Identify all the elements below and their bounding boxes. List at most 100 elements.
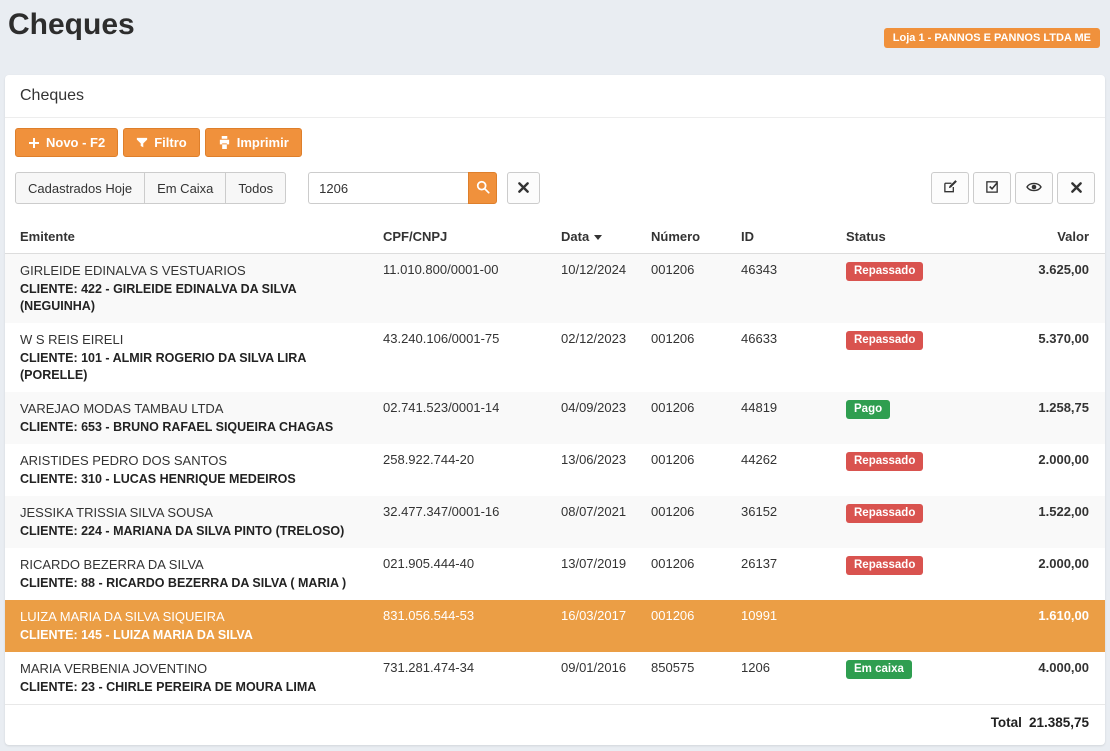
x-icon bbox=[518, 181, 529, 196]
search-icon bbox=[476, 180, 490, 197]
filter-button-label: Filtro bbox=[154, 135, 187, 150]
numero-cell: 001206 bbox=[643, 392, 733, 444]
table-row[interactable]: JESSIKA TRISSIA SILVA SOUSA CLIENTE: 224… bbox=[5, 496, 1105, 548]
id-cell: 46633 bbox=[733, 323, 838, 392]
header-cpf-cnpj[interactable]: CPF/CNPJ bbox=[375, 220, 553, 254]
filter-registered-today-button[interactable]: Cadastrados Hoje bbox=[15, 172, 145, 204]
id-cell: 46343 bbox=[733, 254, 838, 324]
id-cell: 1206 bbox=[733, 652, 838, 705]
table-row[interactable]: GIRLEIDE EDINALVA S VESTUARIOS CLIENTE: … bbox=[5, 254, 1105, 324]
store-badge[interactable]: Loja 1 - PANNOS E PANNOS LTDA ME bbox=[884, 28, 1100, 48]
emitente-name: GIRLEIDE EDINALVA S VESTUARIOS bbox=[20, 262, 367, 279]
search-group bbox=[308, 172, 497, 204]
cpf-cnpj-cell: 831.056.544-53 bbox=[375, 600, 553, 652]
filter-in-cash-button[interactable]: Em Caixa bbox=[144, 172, 226, 204]
cpf-cnpj-cell: 32.477.347/0001-16 bbox=[375, 496, 553, 548]
cheques-panel: Cheques Novo - F2 Filtro Imprimir bbox=[5, 75, 1105, 745]
header-numero[interactable]: Número bbox=[643, 220, 733, 254]
panel-title: Cheques bbox=[5, 75, 1105, 118]
eye-icon bbox=[1026, 180, 1042, 197]
status-badge: Repassado bbox=[846, 556, 923, 575]
x-icon bbox=[1071, 181, 1082, 196]
select-check-button[interactable] bbox=[973, 172, 1011, 204]
table-row[interactable]: VAREJAO MODAS TAMBAU LTDA CLIENTE: 653 -… bbox=[5, 392, 1105, 444]
emitente-name: LUIZA MARIA DA SILVA SIQUEIRA bbox=[20, 608, 367, 625]
page-title: Cheques bbox=[8, 8, 135, 42]
cliente-line: CLIENTE: 88 - RICARDO BEZERRA DA SILVA (… bbox=[20, 575, 367, 592]
cpf-cnpj-cell: 258.922.744-20 bbox=[375, 444, 553, 496]
funnel-icon bbox=[136, 137, 148, 149]
table-row[interactable]: LUIZA MARIA DA SILVA SIQUEIRA CLIENTE: 1… bbox=[5, 600, 1105, 652]
edit-button[interactable] bbox=[931, 172, 969, 204]
header-data[interactable]: Data bbox=[553, 220, 643, 254]
emitente-name: JESSIKA TRISSIA SILVA SOUSA bbox=[20, 504, 367, 521]
header-valor[interactable]: Valor bbox=[978, 220, 1105, 254]
status-badge: Repassado bbox=[846, 504, 923, 523]
cpf-cnpj-cell: 731.281.474-34 bbox=[375, 652, 553, 705]
valor-cell: 1.522,00 bbox=[978, 496, 1105, 548]
valor-cell: 2.000,00 bbox=[978, 548, 1105, 600]
status-badge: Em caixa bbox=[846, 660, 912, 679]
header-emitente[interactable]: Emitente bbox=[5, 220, 375, 254]
cheques-table: Emitente CPF/CNPJ Data Número ID Status … bbox=[5, 220, 1105, 740]
numero-cell: 001206 bbox=[643, 600, 733, 652]
search-input[interactable] bbox=[308, 172, 468, 204]
status-badge: Repassado bbox=[846, 452, 923, 471]
numero-cell: 001206 bbox=[643, 548, 733, 600]
quick-filter-group: Cadastrados Hoje Em Caixa Todos bbox=[15, 172, 286, 204]
status-badge: Pago bbox=[846, 400, 890, 419]
printer-icon bbox=[218, 136, 231, 149]
numero-cell: 850575 bbox=[643, 652, 733, 705]
clear-search-button[interactable] bbox=[507, 172, 540, 204]
valor-cell: 1.258,75 bbox=[978, 392, 1105, 444]
print-button[interactable]: Imprimir bbox=[205, 128, 302, 157]
filter-button[interactable]: Filtro bbox=[123, 128, 200, 157]
toolbar: Novo - F2 Filtro Imprimir bbox=[15, 128, 1095, 157]
table-row[interactable]: ARISTIDES PEDRO DOS SANTOS CLIENTE: 310 … bbox=[5, 444, 1105, 496]
id-cell: 36152 bbox=[733, 496, 838, 548]
emitente-name: RICARDO BEZERRA DA SILVA bbox=[20, 556, 367, 573]
check-square-icon bbox=[985, 179, 1000, 197]
emitente-name: ARISTIDES PEDRO DOS SANTOS bbox=[20, 452, 367, 469]
view-button[interactable] bbox=[1015, 172, 1053, 204]
cliente-line: CLIENTE: 145 - LUIZA MARIA DA SILVA bbox=[20, 627, 367, 644]
valor-cell: 3.625,00 bbox=[978, 254, 1105, 324]
cpf-cnpj-cell: 02.741.523/0001-14 bbox=[375, 392, 553, 444]
date-cell: 16/03/2017 bbox=[553, 600, 643, 652]
print-button-label: Imprimir bbox=[237, 135, 289, 150]
date-cell: 09/01/2016 bbox=[553, 652, 643, 705]
id-cell: 26137 bbox=[733, 548, 838, 600]
cliente-line: CLIENTE: 310 - LUCAS HENRIQUE MEDEIROS bbox=[20, 471, 367, 488]
search-button[interactable] bbox=[468, 172, 497, 204]
id-cell: 44819 bbox=[733, 392, 838, 444]
close-button[interactable] bbox=[1057, 172, 1095, 204]
header-id[interactable]: ID bbox=[733, 220, 838, 254]
header-status[interactable]: Status bbox=[838, 220, 978, 254]
cliente-line: CLIENTE: 101 - ALMIR ROGERIO DA SILVA LI… bbox=[20, 350, 367, 384]
date-cell: 04/09/2023 bbox=[553, 392, 643, 444]
cpf-cnpj-cell: 021.905.444-40 bbox=[375, 548, 553, 600]
date-cell: 13/06/2023 bbox=[553, 444, 643, 496]
valor-cell: 1.610,00 bbox=[978, 600, 1105, 652]
date-cell: 02/12/2023 bbox=[553, 323, 643, 392]
table-row[interactable]: MARIA VERBENIA JOVENTINO CLIENTE: 23 - C… bbox=[5, 652, 1105, 705]
cpf-cnpj-cell: 11.010.800/0001-00 bbox=[375, 254, 553, 324]
numero-cell: 001206 bbox=[643, 444, 733, 496]
new-button-label: Novo - F2 bbox=[46, 135, 105, 150]
cliente-line: CLIENTE: 23 - CHIRLE PEREIRA DE MOURA LI… bbox=[20, 679, 367, 696]
valor-cell: 5.370,00 bbox=[978, 323, 1105, 392]
page-header: Cheques Loja 1 - PANNOS E PANNOS LTDA ME bbox=[0, 0, 1110, 70]
table-row[interactable]: RICARDO BEZERRA DA SILVA CLIENTE: 88 - R… bbox=[5, 548, 1105, 600]
date-cell: 10/12/2024 bbox=[553, 254, 643, 324]
date-cell: 13/07/2019 bbox=[553, 548, 643, 600]
numero-cell: 001206 bbox=[643, 496, 733, 548]
cliente-line: CLIENTE: 422 - GIRLEIDE EDINALVA DA SILV… bbox=[20, 281, 367, 315]
filter-all-button[interactable]: Todos bbox=[225, 172, 286, 204]
filter-row: Cadastrados Hoje Em Caixa Todos bbox=[15, 172, 1095, 204]
new-button[interactable]: Novo - F2 bbox=[15, 128, 118, 157]
valor-cell: 2.000,00 bbox=[978, 444, 1105, 496]
row-action-group bbox=[931, 172, 1095, 204]
total-row: Total21.385,75 bbox=[5, 705, 1105, 741]
table-row[interactable]: W S REIS EIRELI CLIENTE: 101 - ALMIR ROG… bbox=[5, 323, 1105, 392]
status-badge: Repassado bbox=[846, 331, 923, 350]
